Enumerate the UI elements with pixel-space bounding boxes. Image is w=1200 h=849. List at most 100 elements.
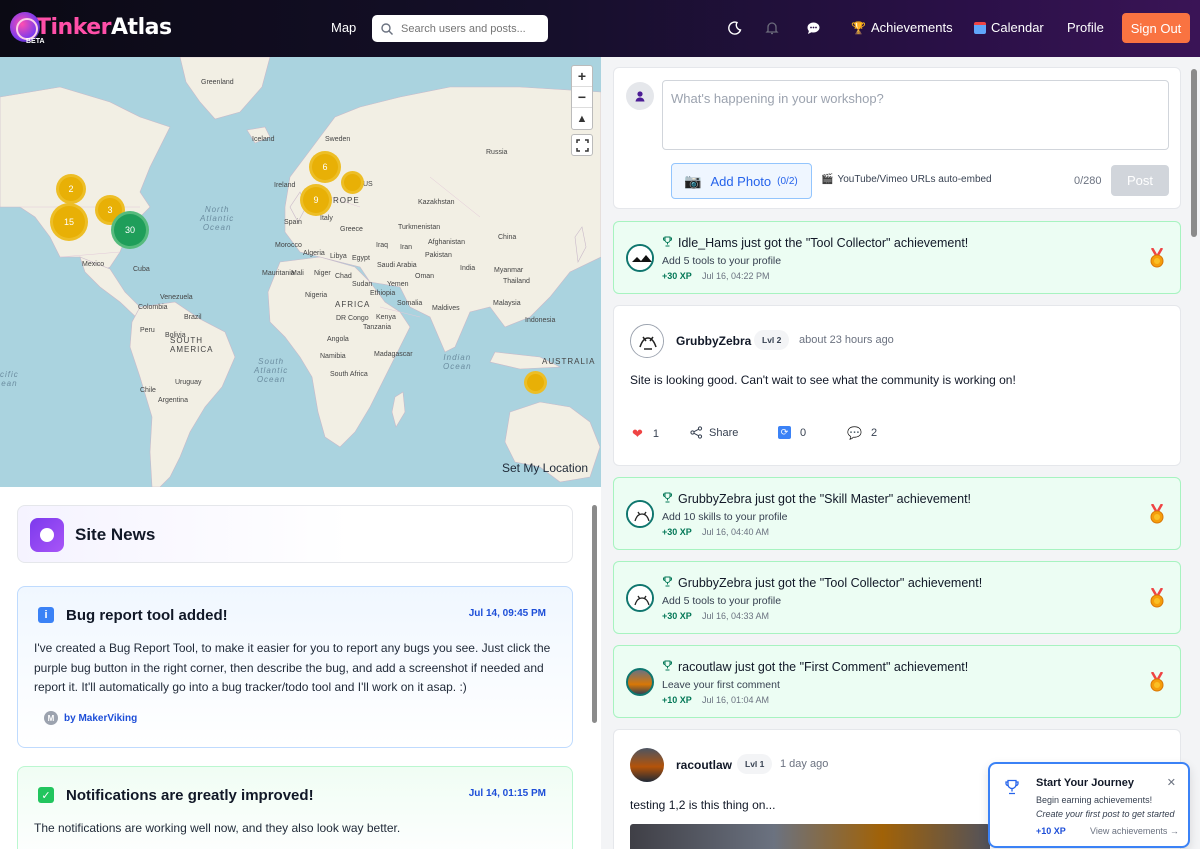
checkmark-icon: ✓	[38, 787, 54, 803]
xp-badge: +10 XP	[1036, 826, 1066, 836]
messages-chat-icon[interactable]	[803, 18, 823, 38]
zoom-out-button[interactable]: −	[572, 87, 592, 108]
map-label-iceland: Iceland	[252, 136, 275, 143]
post-body: Site is looking good. Can't wait to see …	[630, 373, 1016, 387]
map-label-malaysia: Malaysia	[493, 300, 521, 307]
camera-icon: 📷	[684, 172, 702, 189]
map-label-namibia: Namibia	[320, 353, 346, 360]
trophy-outline-icon	[662, 576, 673, 590]
post-button[interactable]: Post	[1111, 165, 1169, 196]
map-label-iran: Iran	[400, 244, 413, 251]
nav-achievements-link[interactable]: 🏆 Achievements	[851, 20, 953, 35]
reset-north-button[interactable]: ▲	[572, 108, 592, 129]
map-marker[interactable]	[524, 371, 547, 394]
trophy-outline-icon	[662, 492, 673, 506]
achievement-card: Idle_Hams just got the "Tool Collector" …	[613, 221, 1181, 294]
medal-icon	[1150, 248, 1164, 268]
nav-calendar-link[interactable]: Calendar	[974, 20, 1044, 35]
char-counter: 0/280	[1074, 175, 1102, 187]
map-label-myanmar: Myanmar	[494, 267, 524, 274]
post-author[interactable]: racoutlaw	[676, 758, 732, 772]
map-label-oman: Oman	[415, 273, 435, 280]
like-button[interactable]: ❤ 1	[632, 426, 659, 442]
news-body: I've created a Bug Report Tool, to make …	[34, 641, 551, 694]
user-avatar[interactable]	[626, 244, 654, 272]
map-label-saudi: Saudi Arabia	[377, 262, 417, 269]
achievement-desc: Add 5 tools to your profile	[662, 595, 782, 607]
view-achievements-link[interactable]: View achievements →	[1090, 826, 1179, 836]
heart-icon: ❤	[632, 426, 643, 441]
map-cluster-marker[interactable]: 6	[309, 151, 341, 183]
achievement-desc: Add 10 skills to your profile	[662, 511, 788, 523]
news-date: Jul 14, 09:45 PM	[468, 608, 546, 619]
sign-out-button[interactable]: Sign Out	[1122, 13, 1190, 43]
feed-scrollbar[interactable]	[1188, 57, 1200, 849]
nav-profile-link[interactable]: Profile	[1067, 20, 1104, 35]
achievement-card: GrubbyZebra just got the "Skill Master" …	[613, 477, 1181, 550]
user-avatar[interactable]	[630, 748, 664, 782]
level-badge: Lvl 1	[737, 754, 773, 774]
map-label-greenland: Greenland	[201, 79, 234, 86]
trophy-icon	[1005, 779, 1019, 795]
top-navbar: TinkerAtlas BETA Map 🏆Achievements Calen…	[0, 0, 1200, 57]
map-label-madagascar: Madagascar	[374, 351, 413, 358]
user-icon	[635, 91, 645, 102]
left-scrollbar[interactable]	[590, 497, 599, 849]
map-cluster-marker[interactable]: 30	[111, 211, 149, 249]
zoom-in-button[interactable]: +	[572, 66, 592, 87]
share-button[interactable]: Share	[690, 426, 738, 439]
medal-icon	[1150, 588, 1164, 608]
map-label-india: India	[460, 265, 476, 272]
close-icon[interactable]: ✕	[1167, 776, 1176, 789]
user-avatar[interactable]	[630, 324, 664, 358]
add-photo-button[interactable]: 📷 Add Photo (0/2)	[671, 163, 812, 199]
post-composer: What's happening in your workshop? 📷 Add…	[613, 67, 1181, 209]
post-textarea[interactable]: What's happening in your workshop?	[662, 80, 1169, 150]
comment-button[interactable]: 💬 2	[847, 426, 877, 440]
nav-map-link[interactable]: Map	[331, 20, 356, 35]
fullscreen-button[interactable]	[571, 134, 593, 156]
info-icon: i	[38, 607, 54, 623]
user-avatar[interactable]	[626, 668, 654, 696]
map-label-algeria: Algeria	[303, 250, 325, 257]
user-avatar[interactable]	[626, 584, 654, 612]
post-image[interactable]	[630, 824, 990, 849]
achievement-title: Idle_Hams just got the "Tool Collector" …	[662, 236, 968, 250]
map-label-somalia: Somalia	[397, 300, 423, 307]
map-marker[interactable]	[341, 171, 364, 194]
level-badge: Lvl 2	[754, 330, 790, 350]
map-ocean-south-atlantic: South Atlantic Ocean	[254, 357, 289, 384]
notifications-bell-icon[interactable]	[762, 18, 782, 38]
xp-badge: +10 XP	[662, 695, 692, 705]
map-ocean-north-atlantic: North Atlantic Ocean	[200, 205, 235, 232]
search-input[interactable]	[401, 22, 531, 35]
dark-mode-moon-icon[interactable]	[725, 18, 745, 38]
world-map[interactable]: Greenland Iceland Sweden Russia Ireland …	[0, 57, 601, 487]
site-news-icon	[30, 518, 64, 552]
repost-button[interactable]: ⟳ 0	[778, 426, 806, 439]
timestamp: Jul 16, 04:33 AM	[702, 611, 770, 621]
map-cluster-marker[interactable]: 15	[50, 203, 88, 241]
map-label-africa: AFRICA	[335, 300, 371, 309]
map-label-chad: Chad	[335, 273, 352, 280]
map-label-drc: DR Congo	[336, 315, 369, 322]
map-label-yemen: Yemen	[387, 281, 409, 288]
timestamp: Jul 16, 04:22 PM	[702, 271, 770, 281]
set-my-location-button[interactable]: Set My Location	[502, 461, 588, 475]
map-label-egypt: Egypt	[352, 255, 370, 262]
toast-subtitle: Begin earning achievements!	[1036, 795, 1153, 805]
map-cluster-marker[interactable]: 2	[56, 174, 86, 204]
post-author[interactable]: GrubbyZebra	[676, 334, 751, 348]
site-news-header: Site News	[17, 505, 573, 563]
map-label-russia: Russia	[486, 149, 508, 156]
site-news-title: Site News	[75, 525, 156, 544]
map-label-kenya: Kenya	[376, 314, 396, 321]
search-box[interactable]	[372, 15, 548, 42]
user-avatar[interactable]	[626, 500, 654, 528]
logo[interactable]: TinkerAtlas BETA	[10, 12, 172, 45]
feed-post: GrubbyZebra Lvl 2 about 23 hours ago Sit…	[613, 305, 1181, 466]
calendar-icon	[974, 21, 986, 34]
map-cluster-marker[interactable]: 9	[300, 184, 332, 216]
map-label-europe: ROPE	[333, 196, 360, 205]
news-author[interactable]: M by MakerViking	[44, 711, 137, 725]
